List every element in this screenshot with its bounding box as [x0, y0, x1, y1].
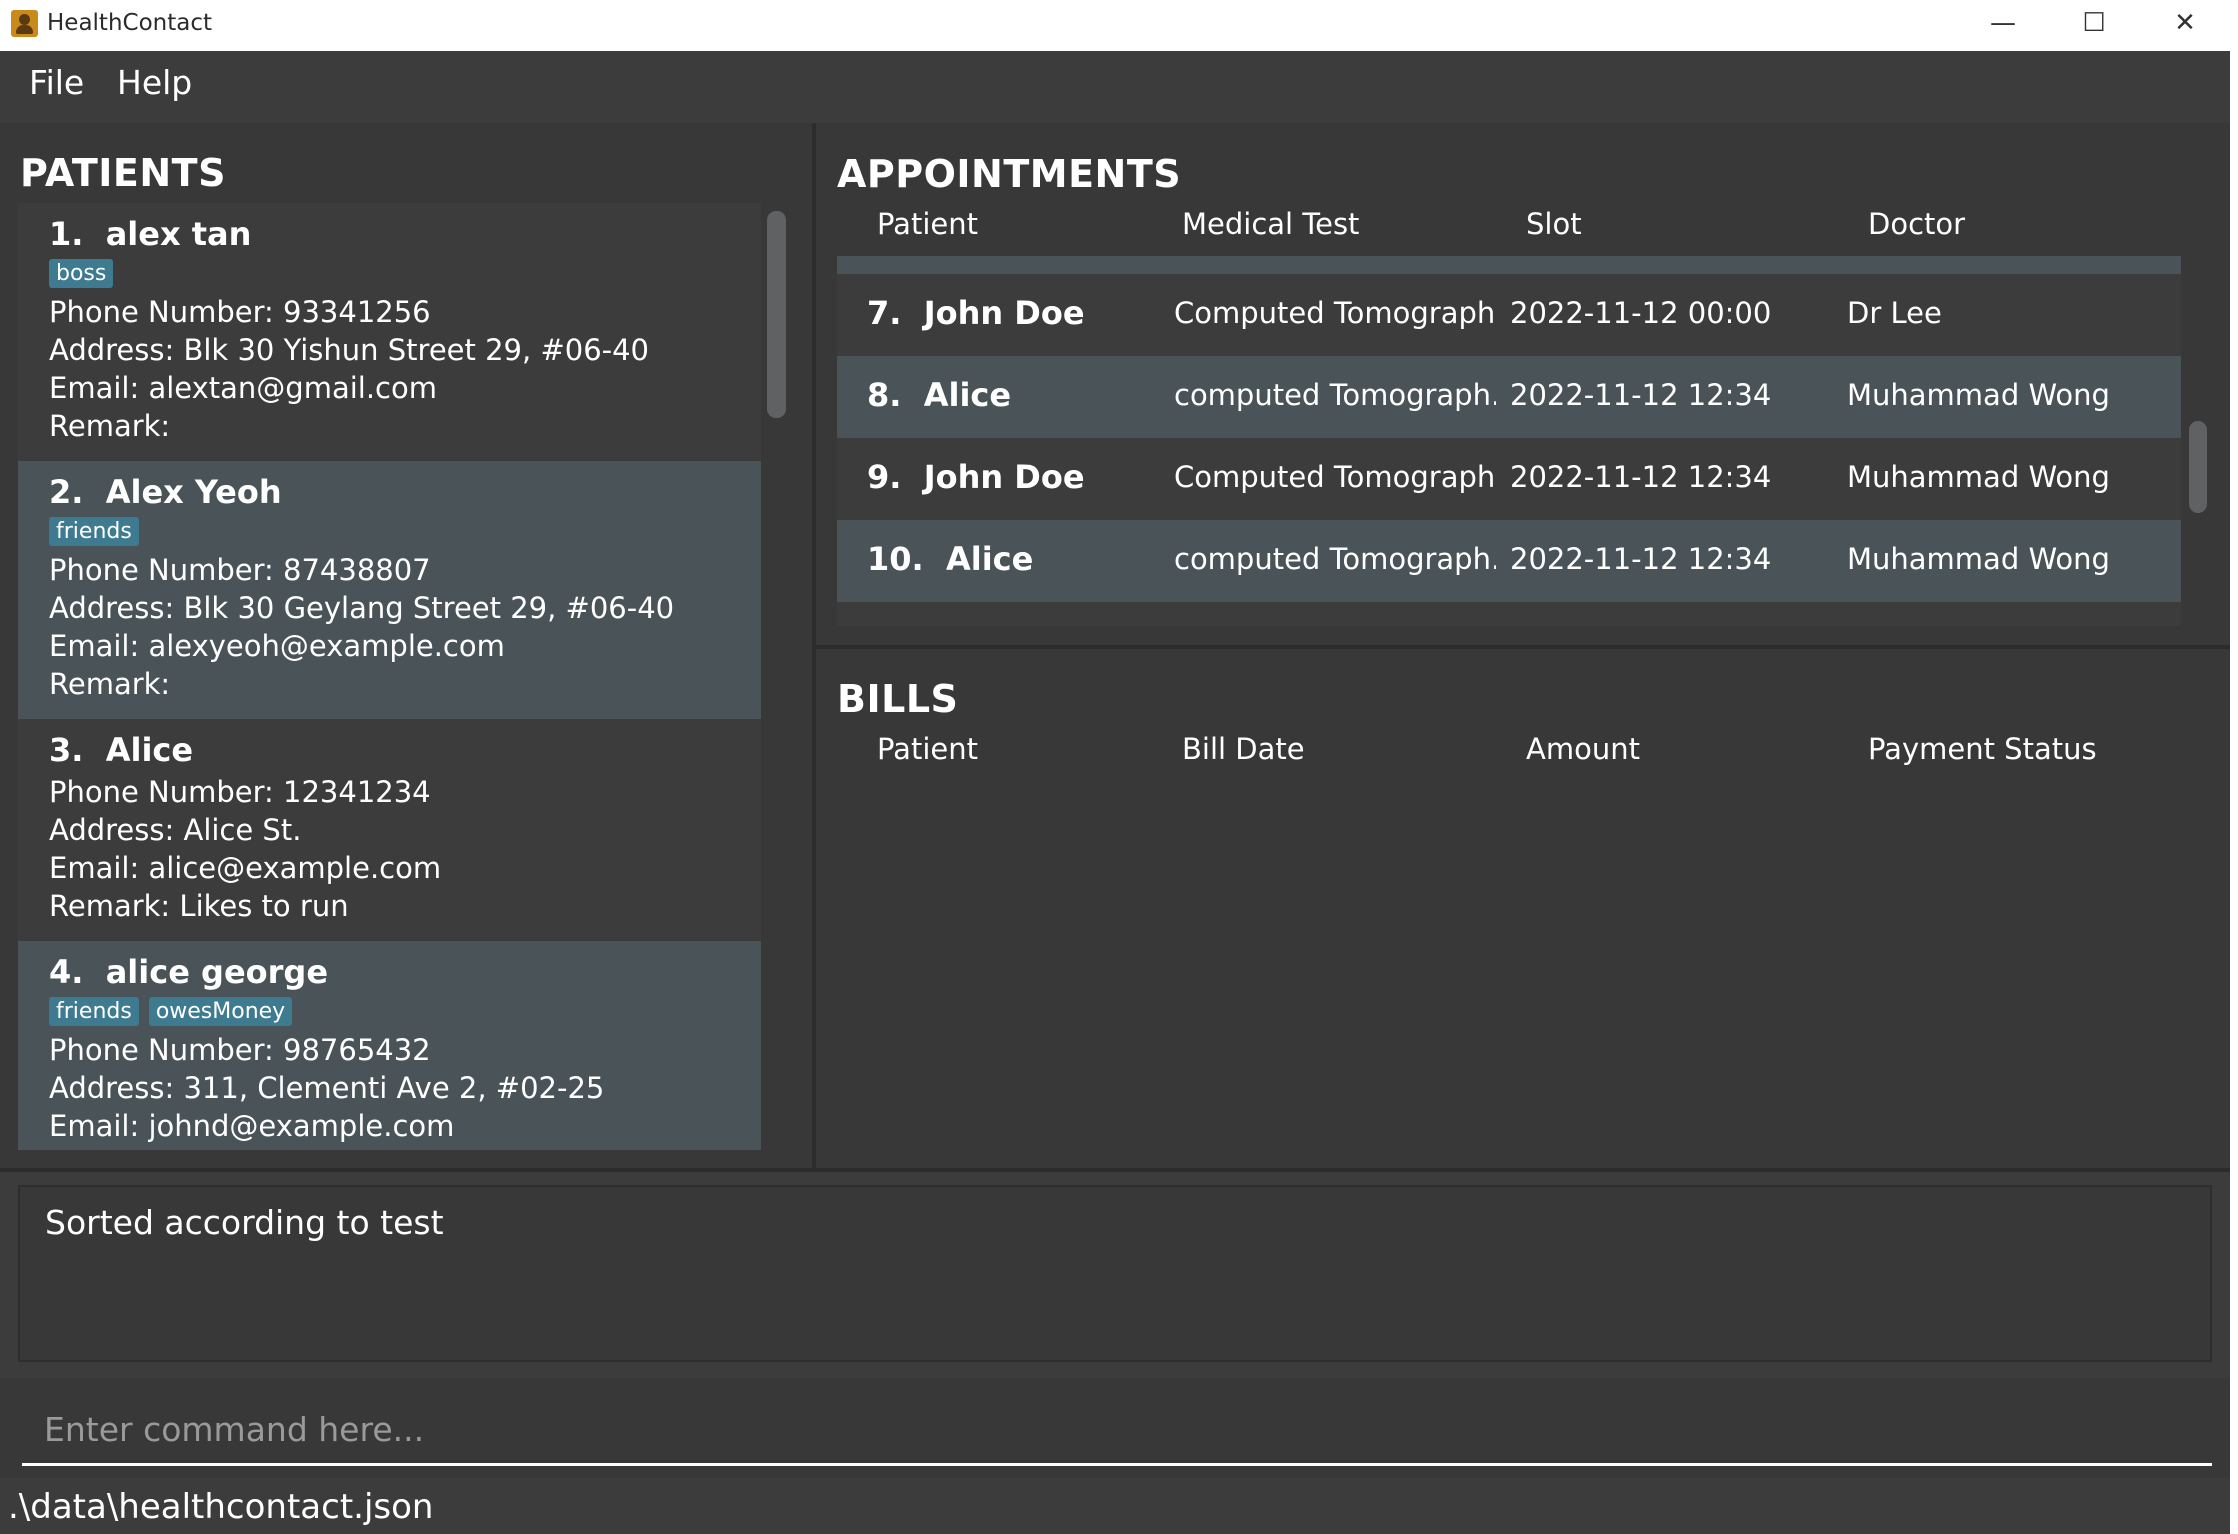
- tag-badge: friends: [49, 997, 139, 1026]
- bills-col-amount: Amount: [1526, 732, 1640, 766]
- patient-tags: friends owesMoney: [49, 997, 761, 1031]
- appointments-col-patient: Patient: [877, 207, 978, 241]
- patient-card[interactable]: 1. alex tan boss Phone Number: 93341256 …: [18, 203, 761, 461]
- appointments-scrollbar-thumb[interactable]: [2189, 421, 2207, 513]
- menu-bar: [0, 51, 2230, 123]
- appointment-test: computed Tomograph...: [1174, 378, 1496, 412]
- patient-tags: boss: [49, 259, 761, 293]
- patient-name: 2. Alex Yeoh: [49, 473, 282, 511]
- patient-address: Address: Blk 30 Yishun Street 29, #06-40: [49, 333, 650, 367]
- tag-badge: owesMoney: [148, 997, 293, 1026]
- panel-divider: [0, 1168, 2230, 1172]
- appointment-slot: 2022-11-12 12:34: [1510, 378, 1772, 412]
- appointments-col-test: Medical Test: [1182, 207, 1360, 241]
- appointment-row[interactable]: 8. Alice computed Tomograph... 2022-11-1…: [837, 356, 2181, 438]
- bills-col-date: Bill Date: [1182, 732, 1305, 766]
- appointment-doctor: Muhammad Wong: [1847, 378, 2110, 412]
- appointment-row[interactable]: 10. Alice computed Tomograph... 2022-11-…: [837, 520, 2181, 602]
- patient-name: 3. Alice: [49, 731, 194, 769]
- patient-address: Address: Alice St.: [49, 813, 302, 847]
- appointment-row[interactable]: 7. John Doe Computed Tomography 2022-11-…: [837, 274, 2181, 356]
- bills-col-status: Payment Status: [1868, 732, 2097, 766]
- patients-scrollbar-thumb[interactable]: [767, 211, 786, 418]
- appointment-patient: 7. John Doe: [867, 294, 1085, 332]
- patient-email: Email: alexyeoh@example.com: [49, 629, 505, 663]
- patient-address: Address: 311, Clementi Ave 2, #02-25: [49, 1071, 605, 1105]
- tag-badge: friends: [49, 517, 139, 546]
- appointment-row[interactable]: 9. John Doe Computed Tomograph... 2022-1…: [837, 438, 2181, 520]
- command-input[interactable]: [22, 1396, 2212, 1466]
- patient-card[interactable]: 2. Alex Yeoh friends Phone Number: 87438…: [18, 461, 761, 719]
- appointment-test: Computed Tomography: [1174, 296, 1496, 330]
- patients-title: PATIENTS: [20, 151, 226, 195]
- appointments-col-doctor: Doctor: [1868, 207, 1966, 241]
- patient-phone: Phone Number: 93341256: [49, 295, 431, 329]
- patient-email: Email: johnd@example.com: [49, 1109, 455, 1143]
- result-message: Sorted according to test: [45, 1203, 444, 1242]
- appointment-slot: 2022-11-12 00:00: [1510, 296, 1772, 330]
- menu-help[interactable]: Help: [117, 63, 192, 102]
- patient-phone: Phone Number: 12341234: [49, 775, 431, 809]
- menu-file[interactable]: File: [29, 63, 84, 102]
- appointment-patient: 8. Alice: [867, 376, 1012, 414]
- title-bar: [0, 0, 2238, 51]
- appointment-test: computed Tomograph...: [1174, 542, 1496, 576]
- patient-card[interactable]: 3. Alice Phone Number: 12341234 Address:…: [18, 719, 761, 941]
- patient-name: 1. alex tan: [49, 215, 252, 253]
- close-button[interactable]: ✕: [2140, 0, 2230, 46]
- bills-panel: [816, 649, 2230, 1168]
- patient-address: Address: Blk 30 Geylang Street 29, #06-4…: [49, 591, 675, 625]
- appointment-doctor: Muhammad Wong: [1847, 460, 2110, 494]
- patients-list[interactable]: 1. alex tan boss Phone Number: 93341256 …: [18, 203, 761, 1150]
- data-file-path: .\data\healthcontact.json: [8, 1487, 434, 1527]
- appointments-col-slot: Slot: [1526, 207, 1582, 241]
- patient-phone: Phone Number: 87438807: [49, 553, 431, 587]
- appointment-doctor: Muhammad Wong: [1847, 542, 2110, 576]
- maximize-button[interactable]: ☐: [2049, 0, 2139, 46]
- window-edge: [2230, 51, 2238, 1534]
- appointment-patient: 10. Alice: [867, 540, 1034, 578]
- address-book-icon: [11, 10, 38, 37]
- appointment-test: Computed Tomograph...: [1174, 460, 1496, 494]
- appointment-slot: 2022-11-12 12:34: [1510, 542, 1772, 576]
- list-row-partial: [837, 256, 2181, 274]
- patient-name: 4. alice george: [49, 953, 329, 991]
- patient-remark: Remark:: [49, 409, 171, 443]
- tag-badge: boss: [49, 259, 114, 288]
- appointments-title: APPOINTMENTS: [837, 152, 1182, 196]
- patient-phone: Phone Number: 98765432: [49, 1033, 431, 1067]
- window-title: HealthContact: [47, 10, 213, 36]
- appointment-slot: 2022-11-12 12:34: [1510, 460, 1772, 494]
- appointments-list[interactable]: 7. John Doe Computed Tomography 2022-11-…: [837, 256, 2181, 626]
- patient-email: Email: alextan@gmail.com: [49, 371, 437, 405]
- patient-tags: friends: [49, 517, 761, 551]
- bills-title: BILLS: [837, 677, 959, 721]
- patient-remark: Remark: Likes to run: [49, 889, 349, 923]
- patient-email: Email: alice@example.com: [49, 851, 442, 885]
- patient-card[interactable]: 4. alice george friends owesMoney Phone N…: [18, 941, 761, 1150]
- minimize-button[interactable]: —: [1958, 0, 2048, 46]
- appointment-doctor: Dr Lee: [1847, 296, 1942, 330]
- patient-remark: Remark:: [49, 667, 171, 701]
- bills-col-patient: Patient: [877, 732, 978, 766]
- appointment-patient: 9. John Doe: [867, 458, 1085, 496]
